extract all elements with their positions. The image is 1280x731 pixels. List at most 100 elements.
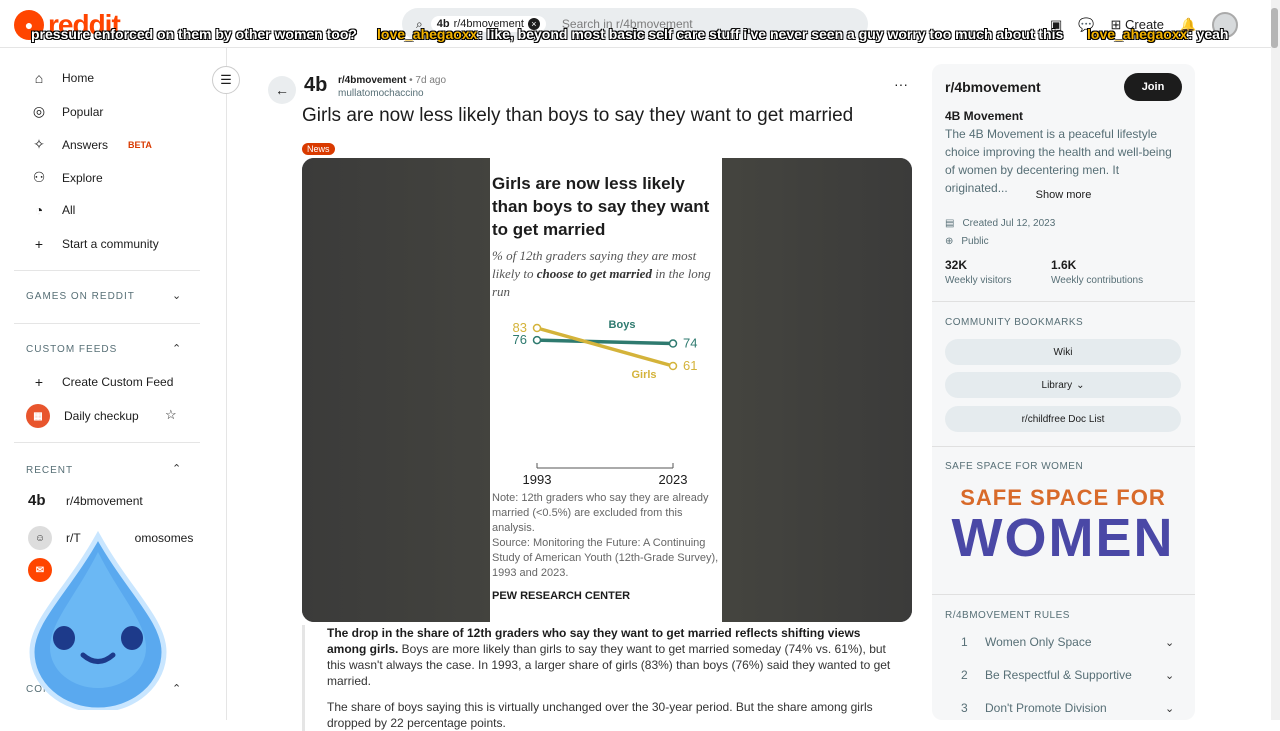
rule-number: 2: [961, 668, 968, 682]
chevron-up-icon[interactable]: ⌃: [172, 462, 181, 475]
water-drop-mascot: [29, 530, 167, 710]
daily-checkup-feed[interactable]: ▦ Daily checkup: [26, 404, 139, 428]
sidebar-item-label: Popular: [62, 104, 104, 119]
chat-msg-1: : like, beyond most basic self care stuf…: [478, 26, 1064, 42]
divider: [14, 270, 200, 271]
data-point: [668, 361, 678, 371]
weekly-visitors-label: Weekly visitors: [945, 275, 1012, 286]
sidebar-item-label: Home: [62, 71, 95, 85]
feed-label: Daily checkup: [64, 409, 139, 423]
more-options-icon[interactable]: ···: [894, 76, 908, 92]
chat-user-2: love_ahegaoxx: [1087, 26, 1188, 42]
rule-text: Women Only Space: [985, 635, 1092, 649]
data-label: 83: [513, 320, 527, 335]
section-games[interactable]: GAMES ON REDDIT: [26, 291, 135, 302]
community-icon[interactable]: 4b: [304, 74, 330, 100]
created-row: ▤ Created Jul 12, 2023: [945, 218, 1055, 229]
post-subreddit-link[interactable]: r/4bmovement: [338, 75, 406, 86]
explore-icon: ⚇: [32, 169, 46, 185]
data-point: [532, 335, 542, 345]
feed-icon: ▦: [26, 404, 50, 428]
join-button[interactable]: Join: [1124, 73, 1182, 101]
series-line-girls: [536, 326, 674, 368]
community-name: 4B Movement: [945, 109, 1024, 123]
chevron-down-icon: ⌄: [1165, 702, 1175, 715]
chevron-up-icon[interactable]: ⌃: [172, 682, 181, 695]
community-description: The 4B Movement is a peaceful lifestyle …: [945, 127, 1172, 195]
create-feed-label: Create Custom Feed: [62, 375, 174, 389]
data-label: 74: [683, 336, 697, 351]
post-author-link[interactable]: mullatomochaccino: [338, 87, 446, 100]
chart-svg: 76 74Boys8361Girls1993 2023: [513, 319, 698, 487]
created-date: Created Jul 12, 2023: [962, 218, 1056, 229]
post-body: The drop in the share of 12th graders wh…: [302, 625, 900, 731]
rule-item[interactable]: 2 Be Respectful & Supportive ⌄: [945, 668, 1185, 682]
sidebar-item-home[interactable]: ⌂ Home: [30, 70, 94, 86]
sidebar-item-label: Explore: [62, 170, 103, 185]
body-paragraph-2: The share of boys saying this is virtual…: [327, 700, 873, 730]
plus-icon: +: [34, 236, 44, 252]
stream-chat-overlay: pressure enforced on them by other women…: [0, 26, 1280, 46]
rule-number: 3: [961, 701, 968, 715]
sidebar-item-label: Answers: [62, 137, 109, 152]
sidebar-item-label: Start a community: [62, 237, 159, 251]
sidebar-item-answers[interactable]: ✧ Answers BETA: [30, 136, 152, 153]
scrollbar-thumb[interactable]: [1271, 8, 1278, 48]
section-custom-feeds[interactable]: CUSTOM FEEDS: [26, 344, 117, 355]
arrow-left-icon: ←: [275, 82, 289, 98]
chart-title: Girls are now less likely than boys to s…: [492, 174, 710, 239]
sidebar-item-all[interactable]: ◔ All: [30, 202, 76, 218]
bookmark-wiki-button[interactable]: Wiki: [945, 339, 1181, 365]
rule-item[interactable]: 1 Women Only Space ⌄: [945, 635, 1185, 649]
visibility-label: Public: [961, 236, 989, 247]
chart-source-text: Source: Monitoring the Future: A Continu…: [492, 537, 719, 579]
post-main: ← 4b r/4bmovement • 7d ago mullatomochac…: [268, 48, 918, 731]
star-icon[interactable]: ☆: [165, 407, 177, 423]
show-more-button[interactable]: Show more: [932, 189, 1195, 201]
back-button[interactable]: ←: [268, 76, 296, 104]
recent-item-4bmovement[interactable]: 4b r/4bmovement: [28, 492, 143, 509]
chart-sub-part: % of 12th graders saying they are: [492, 248, 672, 263]
chart-sub-bold: choose to get married: [536, 266, 652, 281]
chat-line-1: pressure enforced on them by other women…: [31, 26, 357, 42]
safe-space-banner-image: SAFE SPACE FOR WOMEN: [945, 485, 1181, 565]
home-icon: ⌂: [34, 70, 44, 86]
create-custom-feed[interactable]: + Create Custom Feed: [30, 374, 173, 390]
chart-org: PEW RESEARCH CENTER: [492, 590, 631, 602]
post-flair[interactable]: News: [302, 143, 335, 155]
divider: [932, 446, 1195, 447]
divider: [932, 594, 1195, 595]
beta-badge: BETA: [128, 139, 152, 150]
community-title: r/4bmovement: [945, 79, 1041, 95]
sidebar-collapse-button[interactable]: ☰: [212, 66, 240, 94]
rule-item[interactable]: 3 Don't Promote Division ⌄: [945, 701, 1185, 715]
bookmarks-title: COMMUNITY BOOKMARKS: [945, 317, 1084, 328]
bookmark-label: Wiki: [1053, 346, 1073, 358]
post-image[interactable]: Girls are now less likely than boys to s…: [302, 158, 912, 622]
cake-icon: ▤: [945, 218, 955, 229]
weekly-visitors-count: 32K: [945, 258, 968, 272]
answers-icon: ✧: [33, 136, 45, 152]
page-scrollbar[interactable]: [1271, 0, 1280, 720]
chevron-down-icon: ⌄: [1165, 669, 1175, 682]
community-icon: 4b: [28, 492, 46, 509]
sidebar-item-explore[interactable]: ⚇ Explore: [30, 169, 103, 186]
recent-label: r/4bmovement: [66, 493, 143, 508]
post-time: 7d ago: [415, 75, 447, 86]
section-recent[interactable]: RECENT: [26, 465, 73, 476]
sidebar-item-popular[interactable]: ◎ Popular: [30, 103, 103, 120]
chevron-up-icon[interactable]: ⌃: [172, 342, 181, 355]
post-meta: 4b r/4bmovement • 7d ago mullatomochacci…: [304, 74, 447, 100]
visibility-row: ⊕ Public: [945, 236, 989, 247]
bookmark-doclist-button[interactable]: r/childfree Doc List: [945, 406, 1181, 432]
weekly-contributions-count: 1.6K: [1051, 258, 1077, 272]
sidebar-item-start-community[interactable]: + Start a community: [30, 236, 159, 252]
body-paragraph-1: Boys are more likely than girls to say t…: [327, 642, 891, 688]
rule-text: Don't Promote Division: [985, 701, 1107, 715]
data-point: [532, 323, 542, 333]
sidebar-item-label: All: [62, 203, 76, 217]
post-title: Girls are now less likely than boys to s…: [302, 105, 854, 126]
bookmark-library-button[interactable]: Library ⌄: [945, 372, 1181, 398]
chevron-down-icon[interactable]: ⌄: [172, 289, 181, 302]
plus-icon: +: [34, 374, 44, 390]
